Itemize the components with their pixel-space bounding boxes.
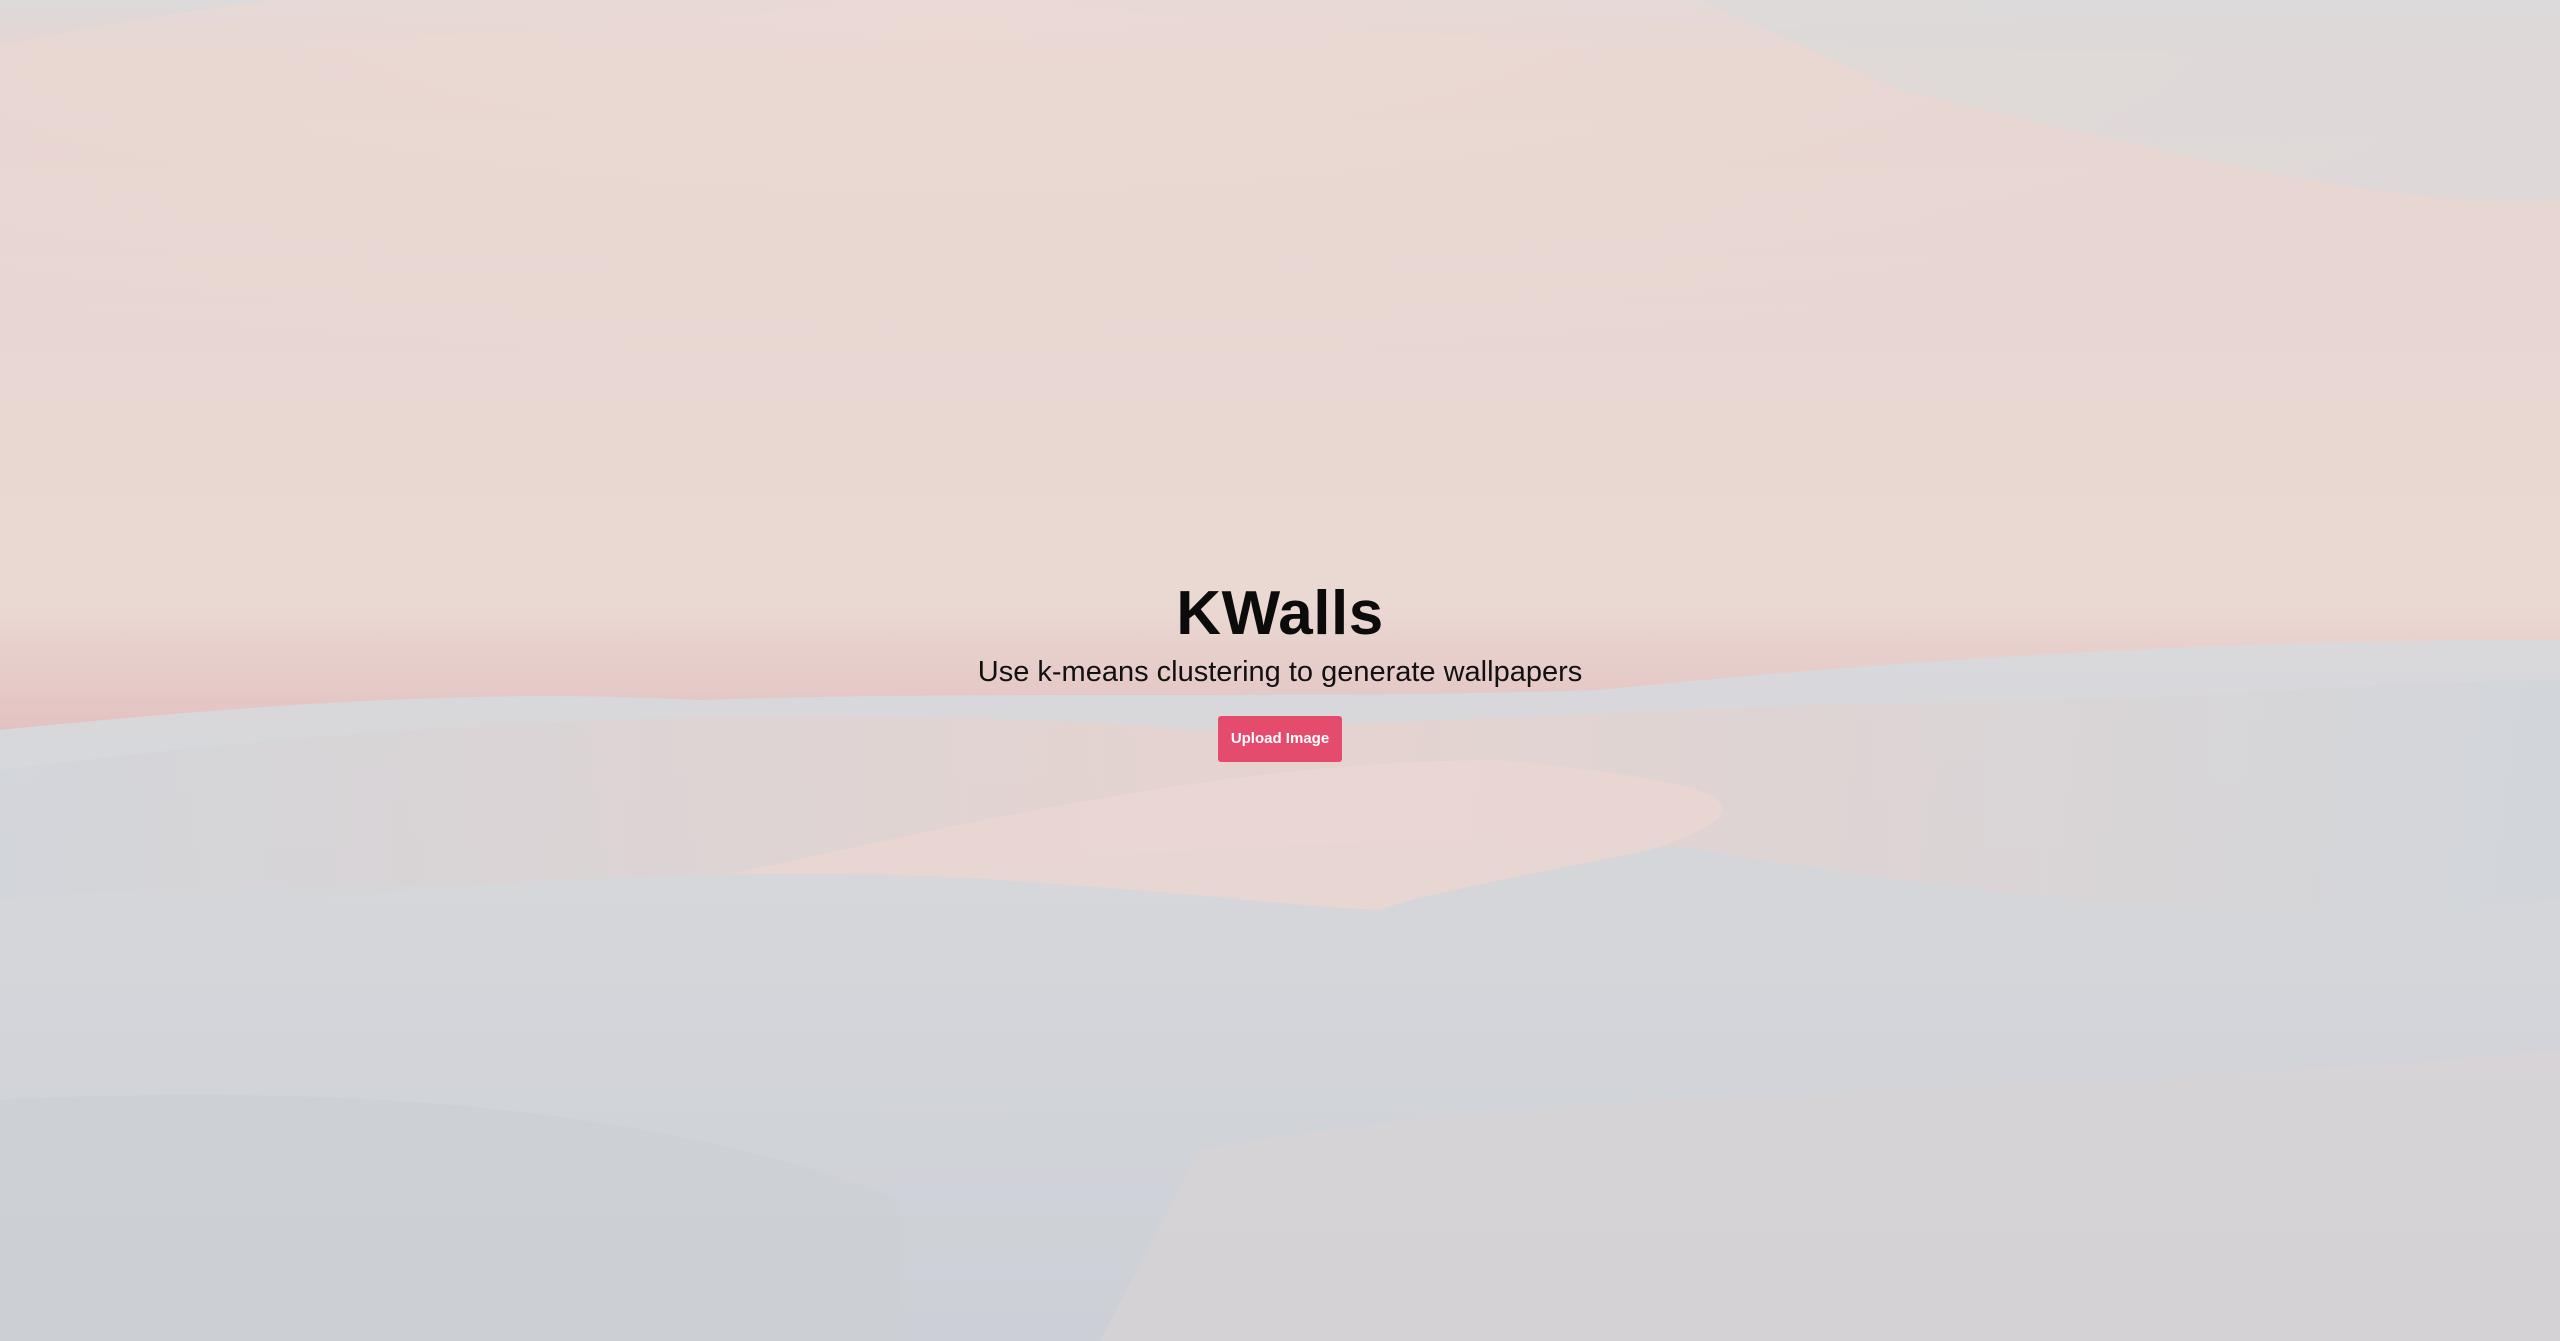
page-title: KWalls	[1176, 579, 1384, 648]
page-subtitle: Use k-means clustering to generate wallp…	[977, 656, 1583, 688]
hero: KWalls Use k-means clustering to generat…	[0, 578, 2560, 762]
upload-image-button[interactable]: Upload Image	[1218, 716, 1342, 762]
page: KWalls Use k-means clustering to generat…	[0, 0, 2560, 1341]
